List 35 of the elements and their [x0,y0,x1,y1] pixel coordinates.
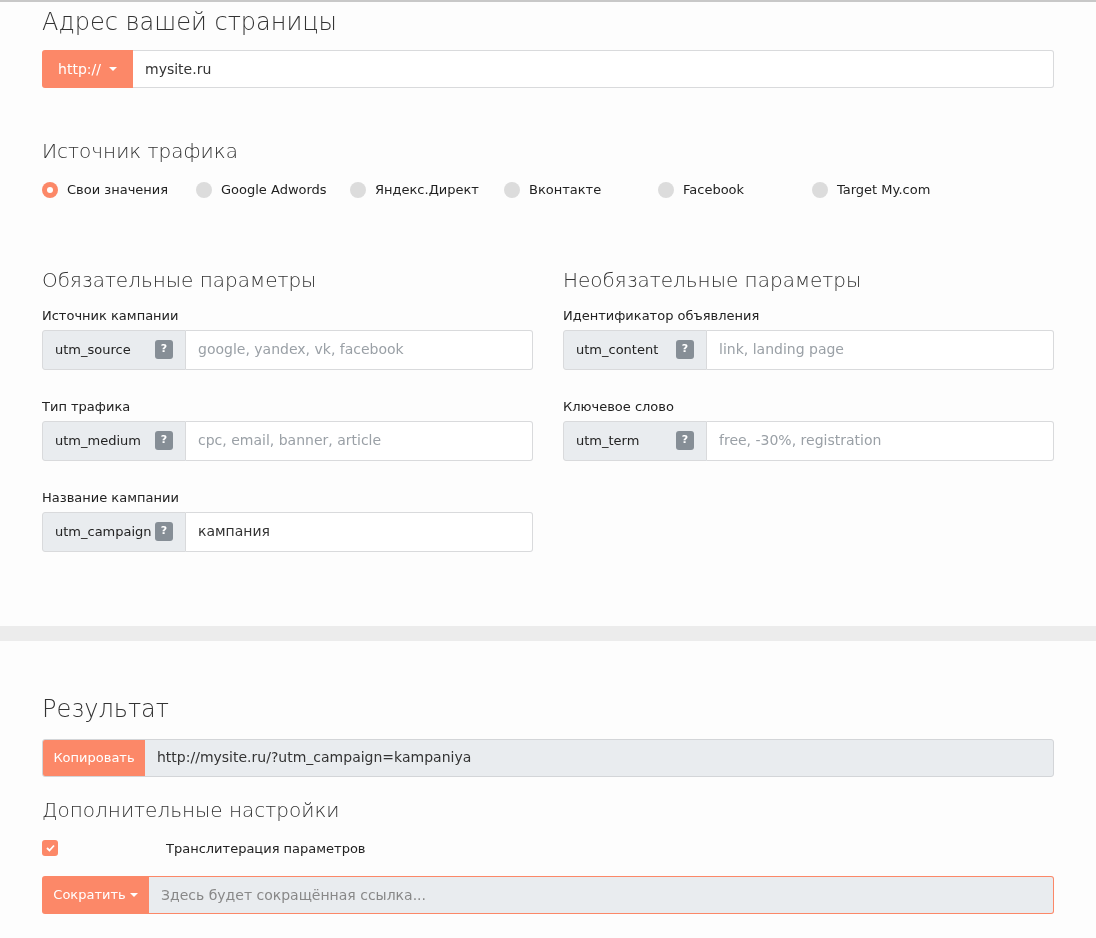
page-heading: Адрес вашей страницы [42,7,338,38]
param-name: utm_medium [55,431,141,450]
param-input[interactable]: cpc, email, banner, article [186,420,533,461]
check-icon [45,844,55,853]
param-name: utm_source [55,340,131,359]
checkbox[interactable] [42,840,58,857]
result-url: http://mysite.ru/?utm_campaign=kampaniya [156,748,473,767]
param-input[interactable]: free, -30%, registration [707,420,1054,461]
radio-option[interactable]: Свои значения [42,180,196,200]
radio-option[interactable]: Target My.com [812,180,966,200]
param-name: utm_term [576,431,640,450]
section-heading: Необязательные параметры [563,267,863,292]
param-name: utm_campaign [55,522,152,541]
section-heading: Обязательные параметры [42,267,318,292]
field-label: Идентификатор объявления [563,307,761,324]
checkbox-label: Транслитерация параметров [166,839,366,858]
field-label: Ключевое слово [563,398,675,415]
section-heading: Источник трафика [42,138,239,164]
param-input[interactable]: link, landing page [707,329,1054,370]
section-heading: Результат [42,693,170,725]
param-input[interactable]: кампания [186,511,533,552]
radio-option[interactable]: Google Adwords [196,180,350,200]
radio-option[interactable]: Вконтакте [504,180,658,200]
field-label: Источник кампании [42,307,180,324]
param-name: utm_content [576,340,659,359]
short-link-input[interactable]: Здесь будет сокращённая ссылка... [149,876,1054,914]
radio-option[interactable]: Яндекс.Директ [350,180,504,200]
caret-icon [129,893,138,897]
section-heading: Дополнительные настройки [42,796,341,823]
url-input[interactable]: mysite.ru [133,50,1054,88]
param-input[interactable]: google, yandex, vk, facebook [186,329,533,370]
radio-option[interactable]: Facebook [658,180,812,200]
field-label: Тип трафика [42,398,132,415]
field-label: Название кампании [42,489,180,506]
caret-icon [108,67,117,71]
